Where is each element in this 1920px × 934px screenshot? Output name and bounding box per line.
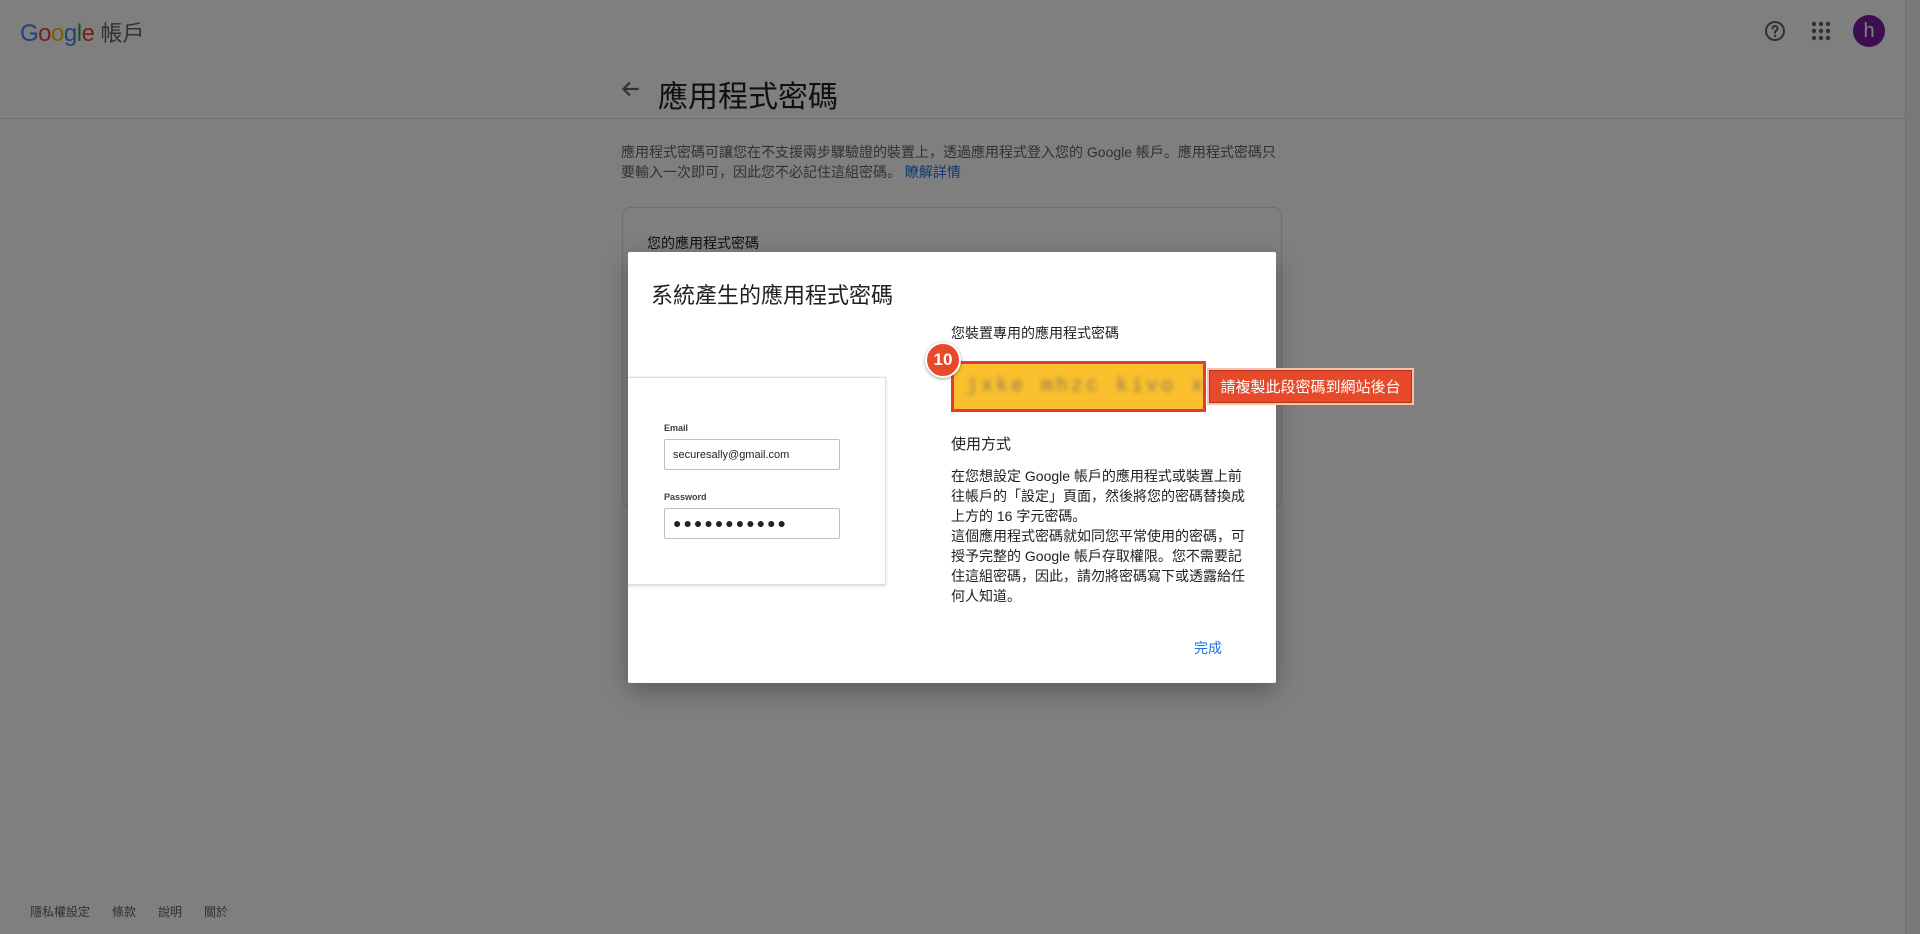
done-button[interactable]: 完成 <box>1194 638 1222 658</box>
usage-instructions: 在您想設定 Google 帳戶的應用程式或裝置上前往帳戶的「設定」頁面，然後將您… <box>951 466 1251 606</box>
copy-instruction-callout: 請複製此段密碼到網站後台 <box>1209 370 1412 403</box>
usage-paragraph-1: 在您想設定 Google 帳戶的應用程式或裝置上前往帳戶的「設定」頁面，然後將您… <box>951 468 1245 524</box>
usage-paragraph-2: 這個應用程式密碼就如同您平常使用的密碼，可授予完整的 Google 帳戶存取權限… <box>951 528 1245 604</box>
illustration-password-label: Password <box>664 492 707 502</box>
step-number-badge: 10 <box>925 342 961 378</box>
dialog-title: 系統產生的應用程式密碼 <box>651 283 894 308</box>
generated-password-box[interactable]: jxke mhzc kivo xicv <box>951 361 1248 412</box>
device-password-label: 您裝置專用的應用程式密碼 <box>951 325 1119 341</box>
usage-title: 使用方式 <box>951 436 1012 453</box>
illustration-email-label: Email <box>664 423 689 433</box>
illustration-password-field: ●●●●●●●●●●● <box>664 508 840 539</box>
login-illustration: Email securesally@gmail.com Password ●●●… <box>628 377 886 585</box>
illustration-email-field: securesally@gmail.com <box>664 439 840 470</box>
generated-password-dialog: 系統產生的應用程式密碼 Email securesally@gmail.com … <box>628 252 1276 683</box>
